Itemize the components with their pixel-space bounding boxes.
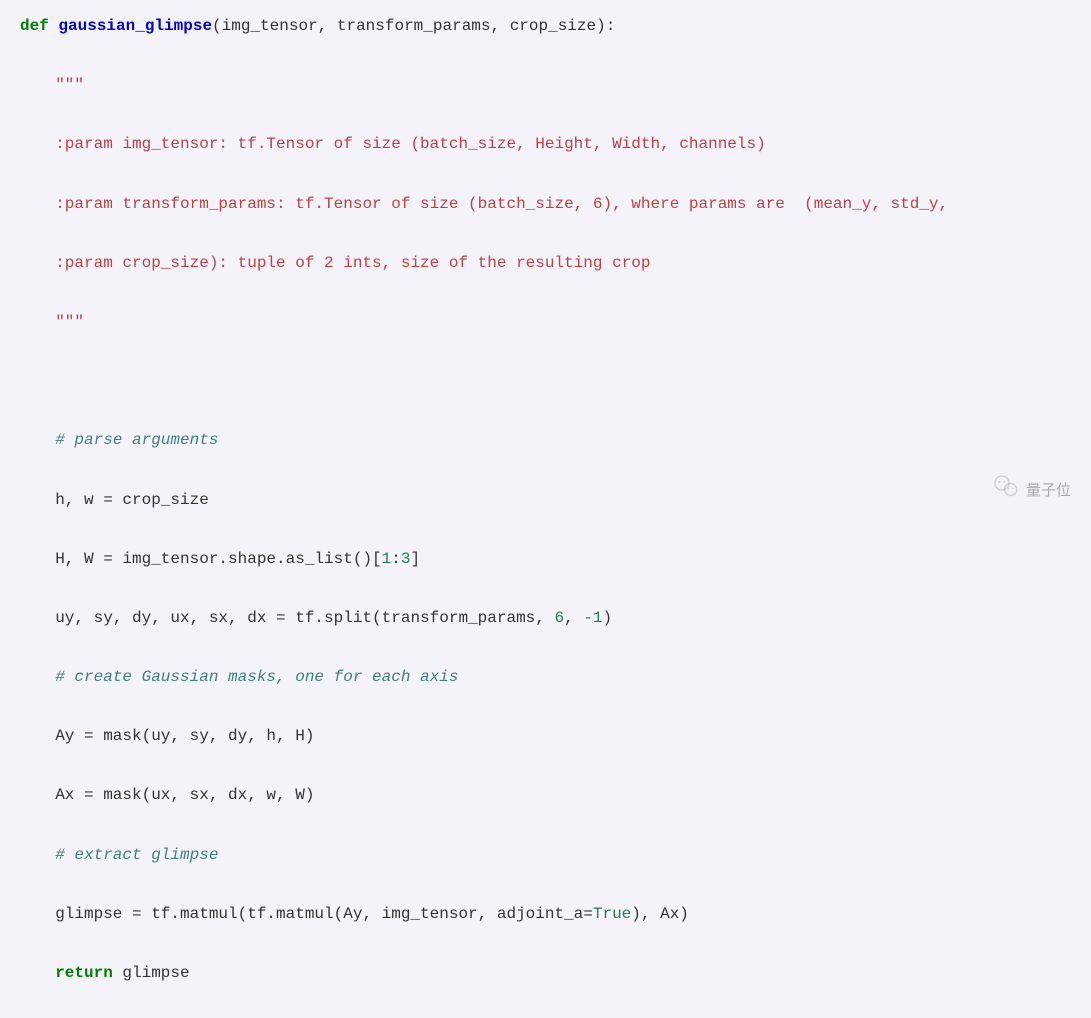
code-line: # create Gaussian masks, one for each ax… <box>20 663 1071 693</box>
wechat-icon <box>992 472 1020 510</box>
code-line: """ <box>20 308 1071 338</box>
code-line: def gaussian_glimpse(img_tensor, transfo… <box>20 12 1071 42</box>
comment: # create Gaussian masks, one for each ax… <box>55 668 458 686</box>
statement-part: ), Ax) <box>631 905 689 923</box>
docstring-line: :param transform_params: tf.Tensor of si… <box>55 195 948 213</box>
code-line: H, W = img_tensor.shape.as_list()[1:3] <box>20 545 1071 575</box>
watermark: 量子位 <box>992 472 1071 510</box>
signature: (img_tensor, transform_params, crop_size… <box>212 17 615 35</box>
docstring-open: """ <box>55 76 84 94</box>
blank-line <box>20 367 1071 397</box>
code-line: glimpse = tf.matmul(tf.matmul(Ay, img_te… <box>20 900 1071 930</box>
watermark-text: 量子位 <box>1026 477 1071 505</box>
code-line: """ <box>20 71 1071 101</box>
statement-part: uy, sy, dy, ux, sx, dx = tf.split(transf… <box>55 609 554 627</box>
statement: h, w = crop_size <box>55 491 209 509</box>
keyword-def: def <box>20 17 49 35</box>
code-block: def gaussian_glimpse(img_tensor, transfo… <box>20 12 1071 1018</box>
code-line: Ax = mask(ux, sx, dx, w, W) <box>20 781 1071 811</box>
statement-part: glimpse = tf.matmul(tf.matmul(Ay, img_te… <box>55 905 593 923</box>
code-line: uy, sy, dy, ux, sx, dx = tf.split(transf… <box>20 604 1071 634</box>
code-line: # extract glimpse <box>20 841 1071 871</box>
statement-part: : <box>391 550 401 568</box>
docstring-line: :param crop_size): tuple of 2 ints, size… <box>55 254 650 272</box>
code-line: h, w = crop_size <box>20 486 1071 516</box>
code-line: :param transform_params: tf.Tensor of si… <box>20 190 1071 220</box>
statement-part: ) <box>602 609 612 627</box>
code-line: :param img_tensor: tf.Tensor of size (ba… <box>20 130 1071 160</box>
docstring-close: """ <box>55 313 84 331</box>
code-line: # parse arguments <box>20 426 1071 456</box>
number-literal: 6 <box>554 609 564 627</box>
code-line: Ay = mask(uy, sy, dy, h, H) <box>20 722 1071 752</box>
keyword-return: return <box>55 964 113 982</box>
comment: # parse arguments <box>55 431 218 449</box>
number-literal: 3 <box>401 550 411 568</box>
statement-part: ] <box>410 550 420 568</box>
docstring-line: :param img_tensor: tf.Tensor of size (ba… <box>55 135 766 153</box>
number-literal: 1 <box>382 550 392 568</box>
statement: Ax = mask(ux, sx, dx, w, W) <box>55 786 314 804</box>
comment: # extract glimpse <box>55 846 218 864</box>
statement: Ay = mask(uy, sy, dy, h, H) <box>55 727 314 745</box>
return-value: glimpse <box>113 964 190 982</box>
constant-true: True <box>593 905 631 923</box>
code-line: :param crop_size): tuple of 2 ints, size… <box>20 249 1071 279</box>
function-name: gaussian_glimpse <box>58 17 212 35</box>
code-line: return glimpse <box>20 959 1071 989</box>
number-literal: -1 <box>583 609 602 627</box>
statement-part: , <box>564 609 583 627</box>
statement-part: H, W = img_tensor.shape.as_list()[ <box>55 550 381 568</box>
